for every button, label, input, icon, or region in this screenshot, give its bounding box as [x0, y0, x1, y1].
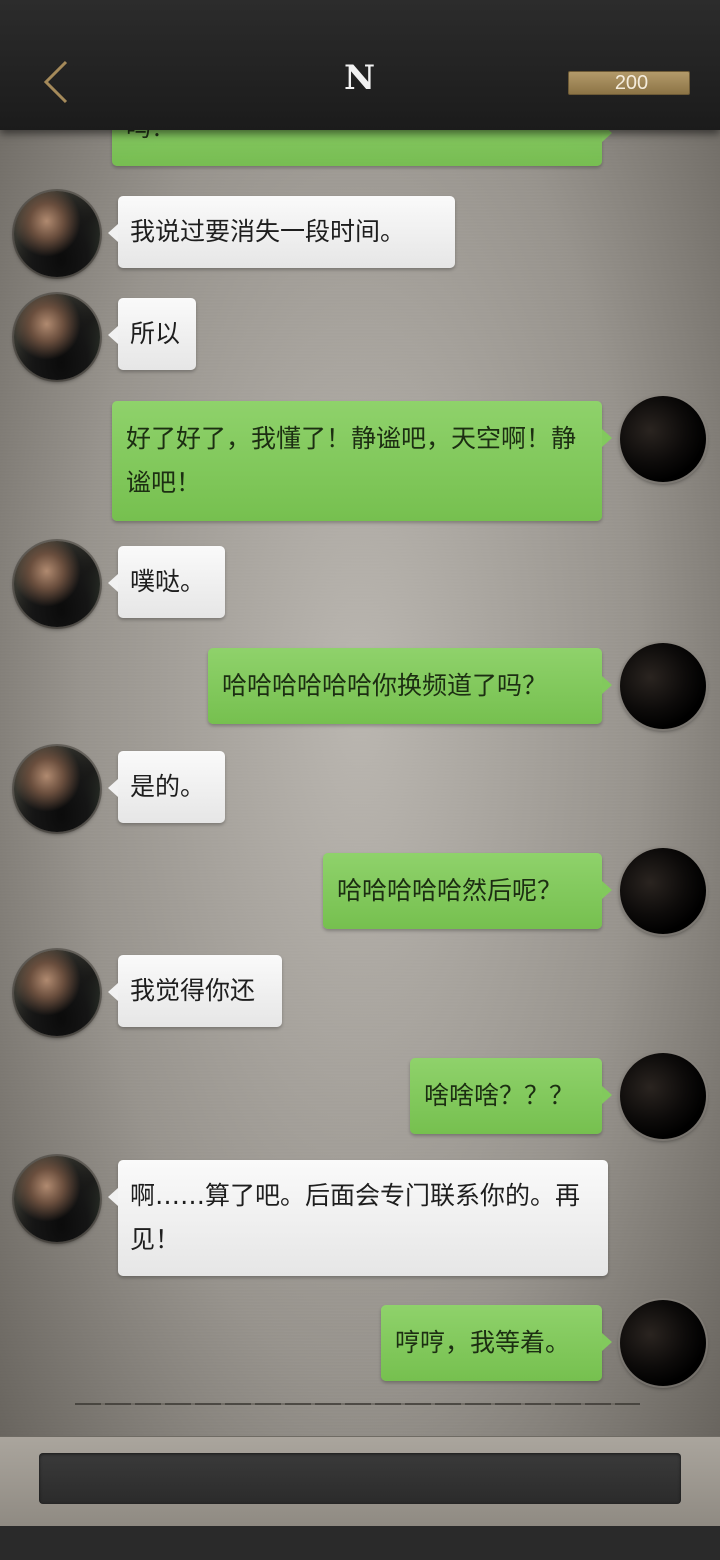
bottom-strip — [0, 1526, 720, 1560]
player-avatar[interactable] — [620, 1300, 706, 1386]
conversation-end-divider — [75, 1403, 640, 1405]
contact-avatar[interactable] — [14, 294, 100, 380]
message-text: 所以 — [130, 319, 181, 348]
message-bubble-incoming: 所以 — [108, 298, 196, 370]
message-bubble-incoming: 我觉得你还 — [108, 955, 282, 1027]
message-bubble-outgoing: 啥啥啥？？？ — [410, 1058, 612, 1134]
message-text: 哈哈哈哈哈然后呢？ — [337, 876, 563, 905]
message-text: 哼哼，我等着。 — [395, 1328, 571, 1357]
contact-avatar[interactable] — [14, 1156, 100, 1242]
player-avatar[interactable] — [620, 848, 706, 934]
message-bubble-outgoing: 哈哈哈哈哈然后呢？ — [323, 853, 612, 929]
contact-avatar[interactable] — [14, 746, 100, 832]
message-text: 吗？ — [126, 130, 176, 142]
contact-avatar[interactable] — [14, 191, 100, 277]
message-bubble-incoming: 我说过要消失一段时间。 — [108, 196, 455, 268]
contact-avatar[interactable] — [14, 950, 100, 1036]
contact-avatar[interactable] — [14, 541, 100, 627]
message-text: 我说过要消失一段时间。 — [130, 217, 406, 246]
message-text: 我觉得你还 — [130, 976, 256, 1005]
message-text: 噗哒。 — [130, 567, 206, 596]
message-text: 哈哈哈哈哈哈你换频道了吗？ — [222, 671, 548, 700]
message-text: 啊……算了吧。后面会专门联系你的。再见！ — [130, 1181, 581, 1254]
message-bubble-outgoing: 吗？ — [112, 130, 612, 166]
message-bubble-incoming: 噗哒。 — [108, 546, 225, 618]
top-bar: N 200 — [0, 0, 720, 130]
message-text: 啥啥啥？？？ — [424, 1081, 575, 1110]
coin-counter: 200 — [568, 71, 690, 95]
reply-input[interactable] — [39, 1453, 681, 1504]
player-avatar[interactable] — [620, 1053, 706, 1139]
message-bubble-incoming: 是的。 — [108, 751, 225, 823]
message-text: 好了好了，我懂了！静谧吧，天空啊！静谧吧！ — [126, 424, 577, 497]
player-avatar[interactable] — [620, 643, 706, 729]
message-bubble-incoming: 啊……算了吧。后面会专门联系你的。再见！ — [108, 1160, 608, 1276]
message-bubble-outgoing: 好了好了，我懂了！静谧吧，天空啊！静谧吧！ — [112, 401, 612, 521]
message-bubble-outgoing: 哈哈哈哈哈哈你换频道了吗？ — [208, 648, 612, 724]
message-bubble-outgoing: 哼哼，我等着。 — [381, 1305, 612, 1381]
message-list[interactable]: 吗？ 我说过要消失一段时间。 所以 好了好了，我懂了！静谧吧，天空啊！静谧吧！ … — [0, 130, 720, 1425]
message-text: 是的。 — [130, 772, 206, 801]
player-avatar[interactable] — [620, 396, 706, 482]
